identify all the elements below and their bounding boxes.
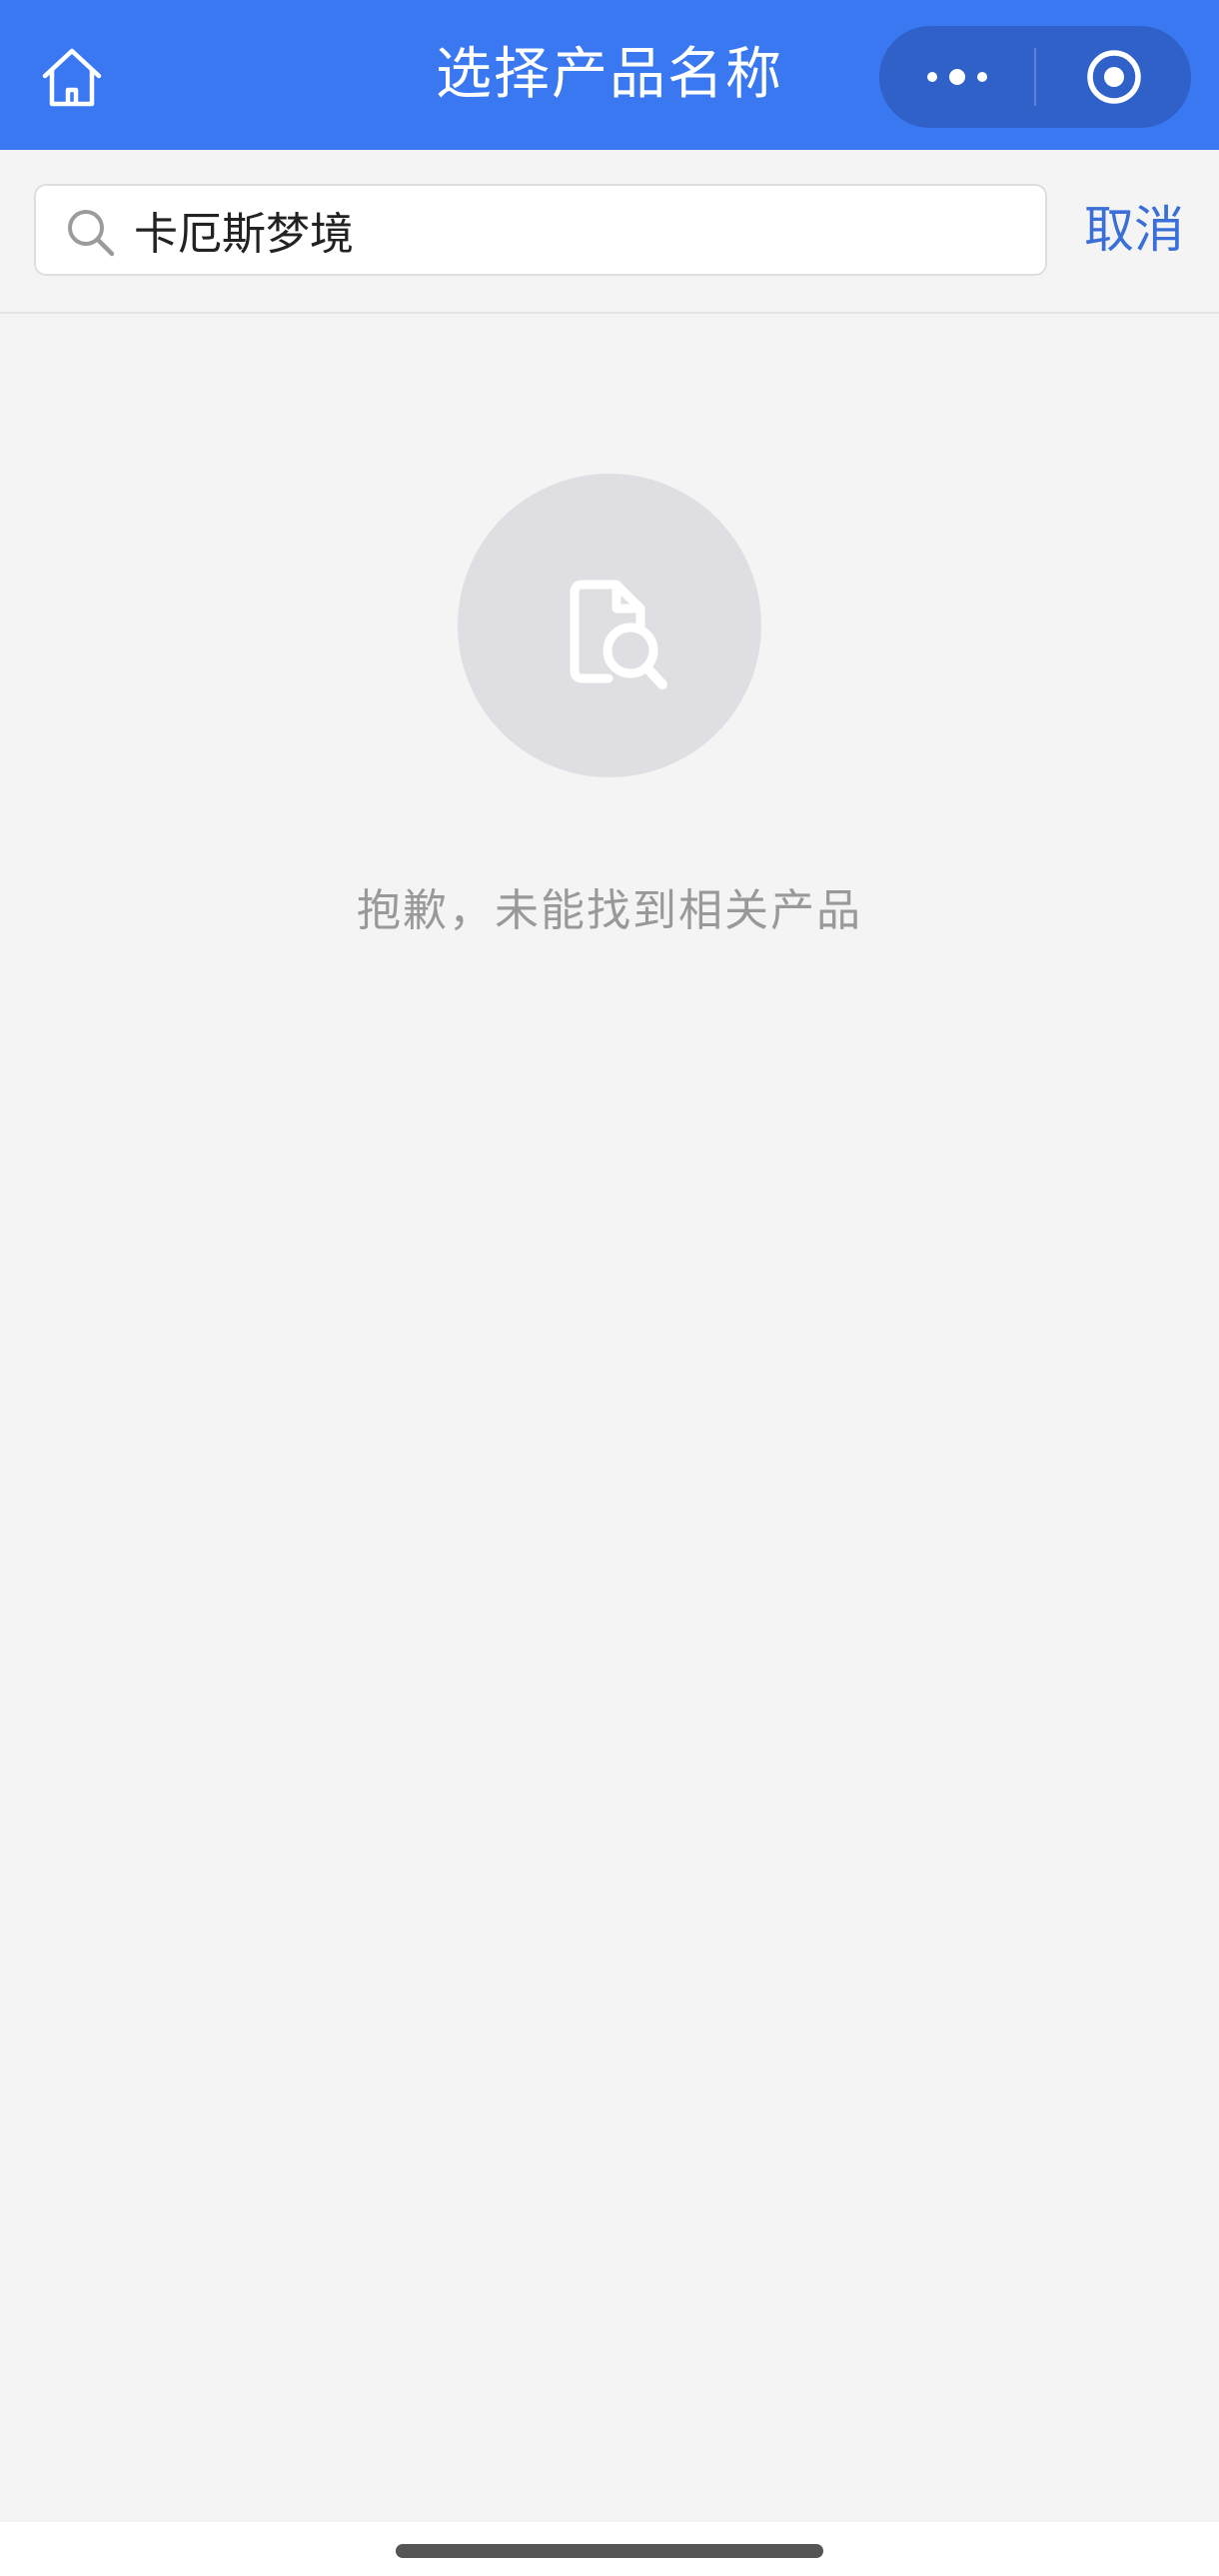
more-dots-icon — [926, 69, 987, 85]
more-button[interactable] — [879, 26, 1034, 128]
bottom-safe-area — [0, 2522, 1219, 2576]
empty-state-illustration — [458, 474, 761, 777]
document-search-icon — [570, 580, 667, 689]
target-circle-icon — [1086, 50, 1141, 104]
mini-program-capsule — [879, 26, 1191, 128]
search-bar: 取消 — [0, 150, 1219, 314]
empty-state-message: 抱歉，未能找到相关产品 — [357, 885, 862, 936]
home-indicator[interactable] — [396, 2544, 823, 2558]
search-icon — [68, 210, 115, 257]
close-mini-program-button[interactable] — [1036, 26, 1191, 128]
search-box[interactable] — [34, 184, 1047, 276]
search-input[interactable] — [134, 186, 1023, 274]
app-header: 选择产品名称 — [0, 0, 1219, 150]
cancel-button[interactable]: 取消 — [1069, 184, 1199, 276]
